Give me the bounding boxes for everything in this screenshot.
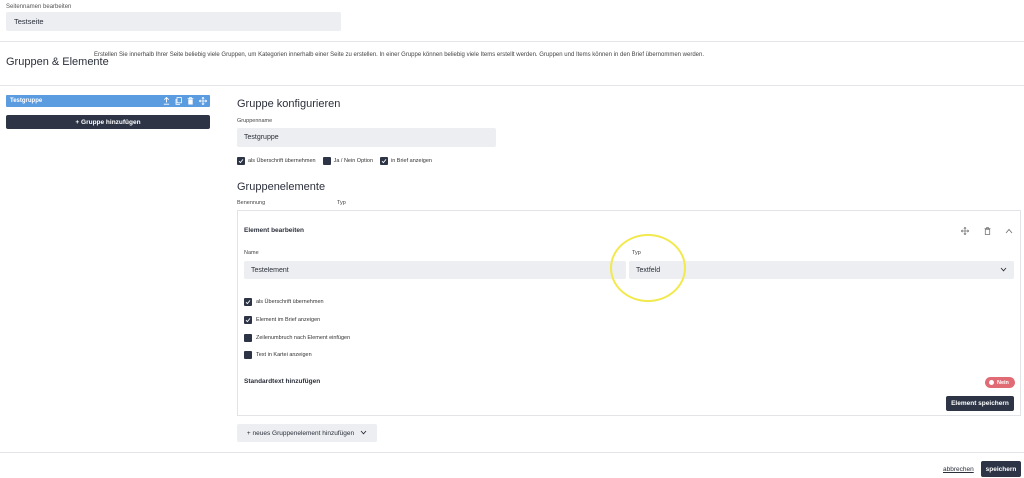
option-yes-no[interactable]: Ja / Nein Option: [322, 157, 373, 165]
option-label: als Überschrift übernehmen: [256, 299, 324, 305]
element-option-line-break[interactable]: Zeilenumbruch nach Element einfügen: [244, 334, 350, 342]
add-element-label: + neues Gruppenelement hinzufügen: [246, 429, 355, 437]
move-icon[interactable]: [198, 96, 207, 106]
checkbox-unchecked[interactable]: [244, 334, 252, 342]
upload-icon[interactable]: [162, 96, 171, 106]
toggle-label: Nein: [997, 379, 1009, 386]
groupname-input[interactable]: [237, 128, 496, 147]
add-group-button[interactable]: + Gruppe hinzufügen: [6, 115, 210, 129]
option-heading[interactable]: als Überschrift übernehmen: [237, 157, 316, 165]
column-header-type: Typ: [337, 200, 346, 206]
group-item-testgruppe[interactable]: Testgruppe: [6, 95, 210, 107]
type-select-value: Textfeld: [636, 266, 661, 274]
chevron-down-icon: [1000, 267, 1007, 274]
type-select[interactable]: Textfeld: [629, 261, 1014, 279]
element-edit-title: Element bearbeiten: [244, 227, 304, 234]
save-element-button[interactable]: Element speichern: [946, 396, 1014, 411]
section-description: Erstellen Sie innerhalb Ihrer Seite beli…: [94, 52, 705, 58]
configure-group-title: Gruppe konfigurieren: [237, 98, 341, 110]
element-option-show-in-letter[interactable]: Element im Brief anzeigen: [244, 316, 320, 324]
checkbox-unchecked[interactable]: [322, 157, 331, 165]
element-option-heading[interactable]: als Überschrift übernehmen: [244, 298, 324, 306]
element-edit-card: [237, 210, 1021, 416]
group-item-label: Testgruppe: [10, 98, 43, 104]
standard-text-toggle[interactable]: Nein: [985, 377, 1015, 388]
option-label: Element im Brief anzeigen: [256, 317, 321, 323]
group-options: als Überschrift übernehmen Ja / Nein Opt…: [237, 157, 435, 165]
trash-icon[interactable]: [186, 96, 195, 106]
option-label: in Brief anzeigen: [391, 158, 432, 164]
option-label: Text in Kartei anzeigen: [256, 352, 312, 358]
divider: [0, 452, 1024, 453]
standard-text-label: Standardtext hinzufügen: [244, 378, 321, 385]
element-name-input[interactable]: [244, 261, 626, 279]
checkbox-checked[interactable]: [380, 157, 388, 165]
groupname-label: Gruppenname: [237, 118, 273, 124]
option-show-in-letter[interactable]: in Brief anzeigen: [380, 157, 432, 165]
divider: [0, 85, 1024, 86]
checkbox-checked[interactable]: [244, 316, 252, 324]
copy-icon[interactable]: [174, 96, 183, 106]
element-option-show-in-file[interactable]: Text in Kartei anzeigen: [244, 351, 312, 359]
element-actions: [960, 226, 1014, 236]
checkbox-checked[interactable]: [244, 298, 252, 306]
option-label: Zeilenumbruch nach Element einfügen: [256, 335, 351, 341]
checkbox-checked[interactable]: [237, 157, 245, 165]
trash-icon[interactable]: [982, 226, 992, 236]
page-name-input[interactable]: [6, 12, 341, 31]
save-button[interactable]: speichern: [981, 461, 1021, 477]
option-label: Ja / Nein Option: [333, 158, 373, 164]
toggle-knob: [989, 380, 994, 385]
chevron-down-icon: [360, 430, 367, 437]
move-icon[interactable]: [960, 226, 970, 236]
type-label: Typ: [632, 250, 641, 256]
cancel-link[interactable]: abbrechen: [943, 466, 974, 473]
option-label: als Überschrift übernehmen: [248, 158, 316, 164]
name-label: Name: [244, 250, 259, 256]
divider: [0, 41, 1024, 42]
add-group-element-button[interactable]: + neues Gruppenelement hinzufügen: [237, 424, 377, 442]
page-name-label: Seitennamen bearbeiten: [6, 4, 72, 10]
checkbox-unchecked[interactable]: [244, 351, 252, 359]
chevron-up-icon[interactable]: [1004, 226, 1014, 236]
column-header-name: Benennung: [237, 200, 266, 206]
group-elements-title: Gruppenelemente: [237, 181, 326, 193]
